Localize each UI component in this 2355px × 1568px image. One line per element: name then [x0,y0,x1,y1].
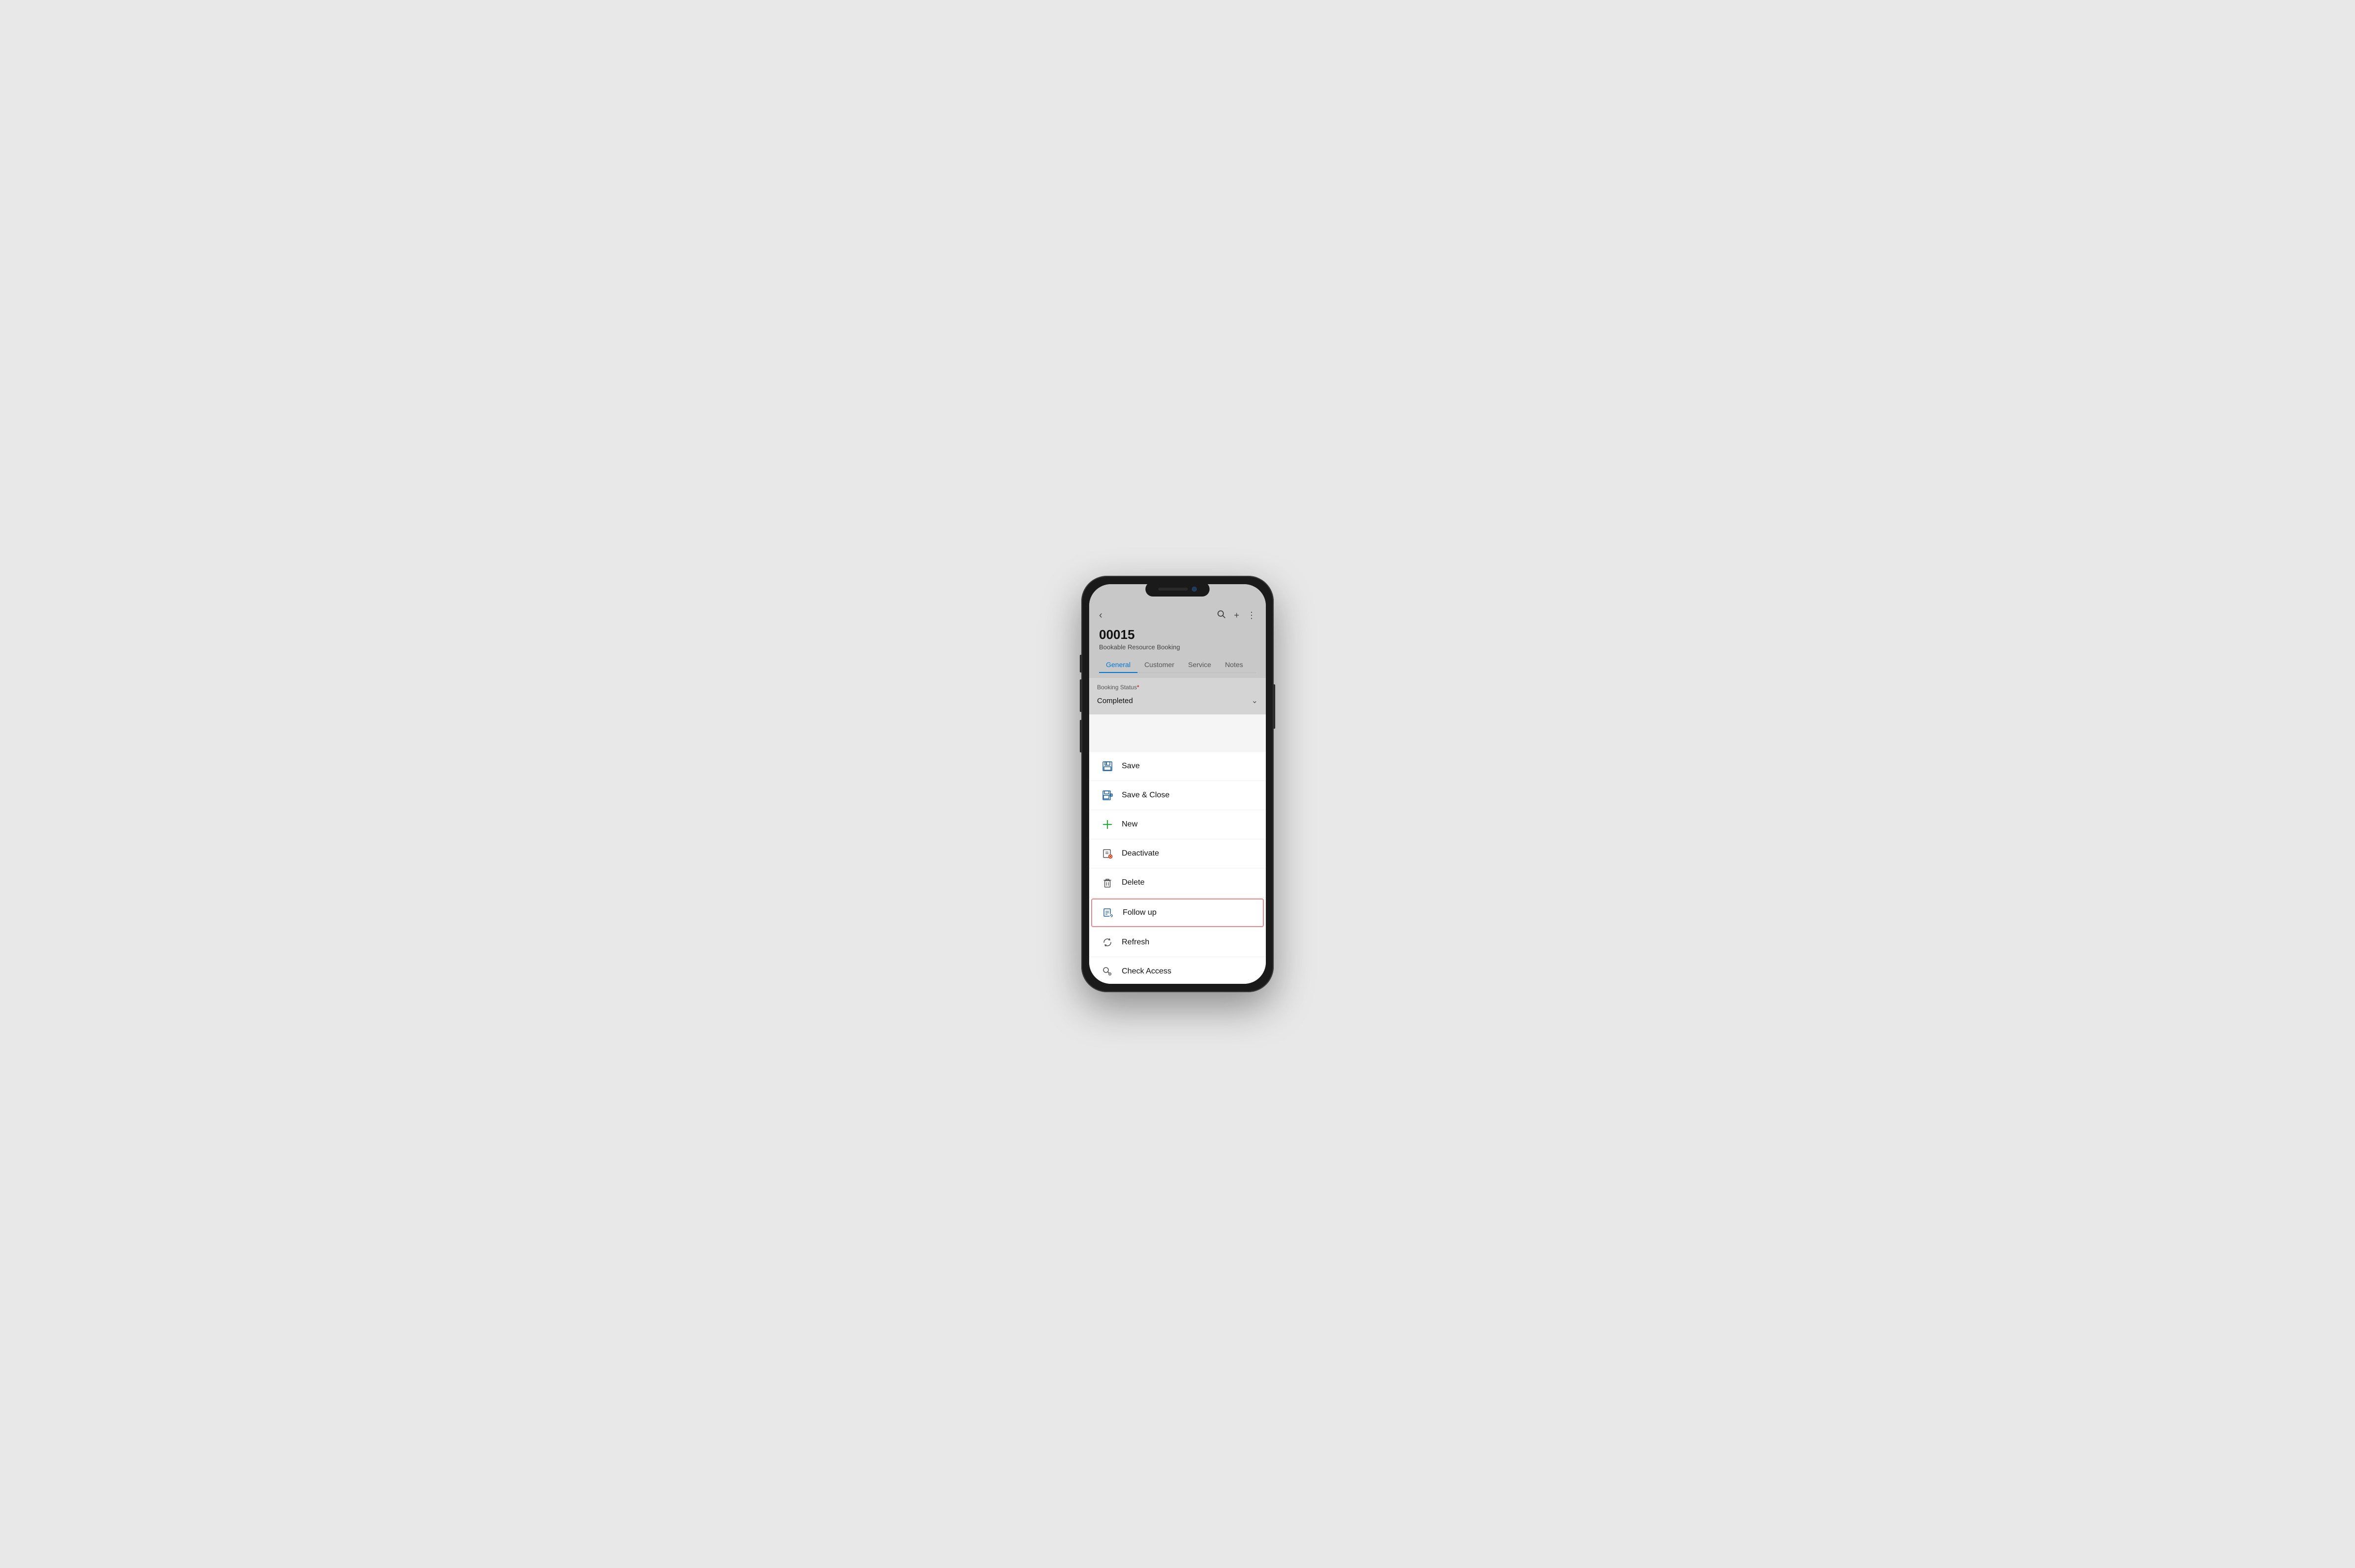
context-menu: Save Save & Close [1089,752,1266,984]
record-id: 00015 [1099,627,1256,642]
mute-button [1080,655,1082,672]
tab-customer[interactable]: Customer [1138,657,1181,672]
tab-general[interactable]: General [1099,657,1138,672]
deactivate-label: Deactivate [1122,849,1159,858]
phone-frame: ‹ + ⋮ 00015 Bookable Resource Booking Ge… [1081,576,1274,992]
back-button[interactable]: ‹ [1099,610,1102,621]
tabs-bar: General Customer Service Notes [1099,657,1256,673]
menu-item-new[interactable]: New [1089,810,1266,839]
follow-up-icon [1102,906,1115,919]
required-indicator: * [1137,684,1140,691]
menu-item-save-close[interactable]: Save & Close [1089,781,1266,810]
more-options-icon[interactable]: ⋮ [1247,610,1256,621]
delete-label: Delete [1122,878,1144,887]
add-icon[interactable]: + [1234,610,1239,621]
delete-icon [1101,876,1114,889]
volume-up-button [1080,679,1082,712]
save-close-label: Save & Close [1122,791,1170,800]
new-label: New [1122,820,1138,829]
speaker [1158,588,1188,591]
booking-status-field[interactable]: Completed ⌄ [1097,693,1258,709]
form-section: Booking Status* Completed ⌄ [1089,678,1266,714]
save-icon [1101,760,1114,773]
menu-item-deactivate[interactable]: Deactivate [1089,839,1266,868]
menu-item-delete[interactable]: Delete [1089,868,1266,897]
screen-header: ‹ + ⋮ 00015 Bookable Resource Booking Ge… [1089,584,1266,678]
menu-item-follow-up[interactable]: Follow up [1091,898,1264,927]
check-access-icon [1101,965,1114,978]
booking-status-label: Booking Status* [1097,684,1258,691]
tab-notes[interactable]: Notes [1218,657,1250,672]
record-subtitle: Bookable Resource Booking [1099,643,1256,651]
power-button [1273,684,1275,729]
menu-item-check-access[interactable]: Check Access [1089,957,1266,984]
front-camera [1192,587,1197,592]
deactivate-icon [1101,847,1114,860]
phone-notch [1145,582,1210,597]
tab-service[interactable]: Service [1181,657,1218,672]
save-close-icon [1101,789,1114,802]
booking-status-value: Completed [1097,697,1133,705]
dropdown-arrow-icon: ⌄ [1252,696,1258,706]
phone-screen: ‹ + ⋮ 00015 Bookable Resource Booking Ge… [1089,584,1266,984]
save-label: Save [1122,762,1140,771]
refresh-label: Refresh [1122,938,1149,947]
refresh-icon [1101,936,1114,949]
header-nav: ‹ + ⋮ [1099,610,1256,621]
menu-item-save[interactable]: Save [1089,752,1266,781]
follow-up-label: Follow up [1123,908,1156,917]
new-icon [1101,818,1114,831]
search-icon[interactable] [1217,610,1226,621]
header-actions: + ⋮ [1217,610,1256,621]
volume-down-button [1080,720,1082,752]
check-access-label: Check Access [1122,967,1171,976]
menu-item-refresh[interactable]: Refresh [1089,928,1266,957]
